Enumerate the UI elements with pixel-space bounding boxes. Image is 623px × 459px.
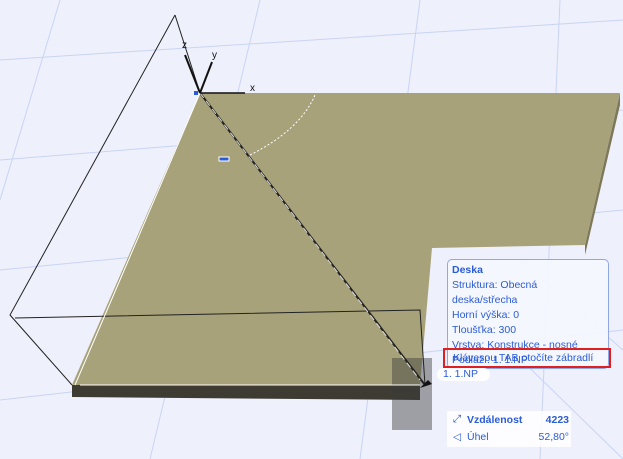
origin-point — [194, 91, 198, 95]
edit-handle[interactable] — [218, 156, 230, 162]
tooltip-title: Deska — [452, 264, 483, 276]
angle-icon: ◁ — [452, 430, 462, 443]
floor-label: 1. 1.NP — [437, 368, 491, 381]
y-axis-label: y — [212, 50, 217, 61]
measure-panel: ⤢ Vzdálenost 4223 ◁ Úhel 52,80° — [447, 411, 571, 447]
tooltip-line: Struktura: Obecná deska/střecha — [452, 279, 538, 306]
distance-icon: ⤢ — [452, 413, 462, 425]
tooltip-line: Tloušťka: 300 — [452, 324, 517, 336]
3d-viewport[interactable] — [0, 0, 623, 459]
tooltip-line: Horní výška: 0 — [452, 309, 520, 321]
distance-value[interactable]: 4223 — [535, 414, 569, 426]
x-axis-label: x — [250, 83, 255, 94]
z-axis-label: z — [182, 40, 187, 51]
angle-label: Úhel — [467, 430, 489, 443]
angle-value[interactable]: 52,80° — [535, 431, 569, 443]
distance-label: Vzdálenost — [467, 413, 523, 426]
slab-front-face — [72, 385, 420, 400]
tab-hint: Klávesou TAB otočíte zábradlí — [443, 348, 611, 368]
